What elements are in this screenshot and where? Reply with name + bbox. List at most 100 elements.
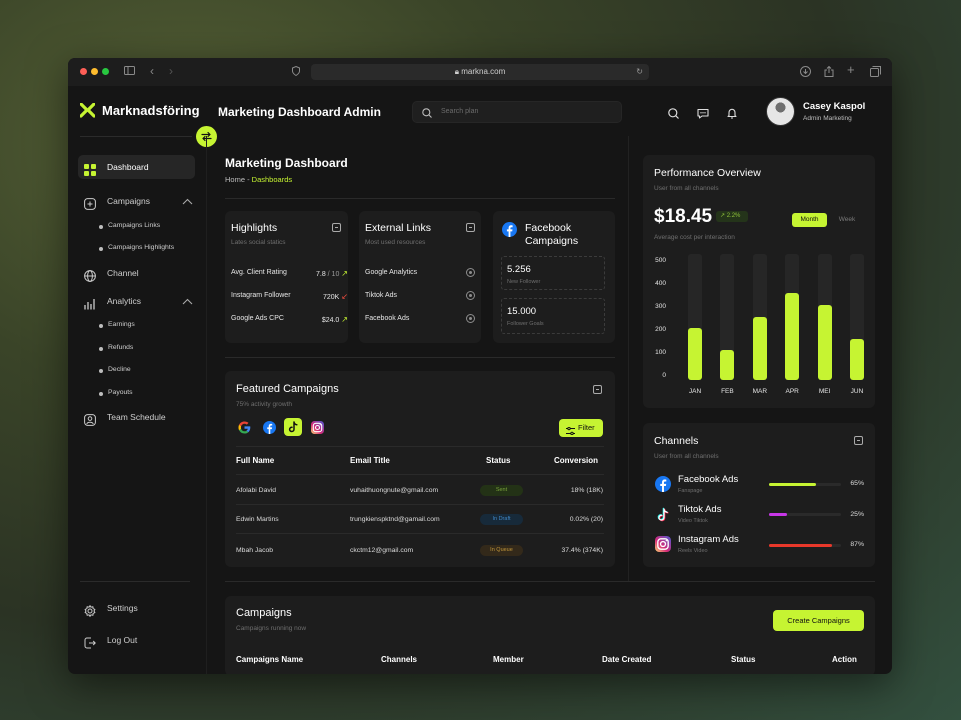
stat-value: 5.256 — [507, 264, 531, 275]
highlight-label: Avg. Client Rating — [231, 269, 287, 276]
column-header[interactable]: Email Title — [350, 456, 390, 465]
bar-track — [850, 254, 864, 380]
column-header[interactable]: Channels — [381, 655, 417, 664]
highlights-subtitle: Lates social statics — [231, 239, 286, 246]
brand-logo[interactable]: Marknadsföring — [79, 102, 200, 118]
chevron-up-icon[interactable] — [182, 189, 193, 214]
external-links-subtitle: Most used resources — [365, 239, 426, 246]
collapse-icon[interactable] — [466, 223, 475, 232]
bar-jan[interactable] — [688, 328, 702, 380]
channel-progress — [769, 544, 841, 547]
tab-week[interactable]: Week — [833, 213, 861, 227]
cell-email: trungkienspktnd@gamail.com — [350, 516, 440, 523]
reload-icon[interactable]: ↻ — [636, 64, 643, 80]
trend-up-icon: ↗ — [720, 213, 726, 219]
breadcrumb-current: Dashboards — [251, 175, 293, 184]
sidebar-subitem-refunds[interactable]: Refunds — [98, 344, 133, 351]
heading-divider — [225, 198, 615, 199]
create-campaigns-button[interactable]: Create Campaigns — [773, 610, 864, 631]
stat-value: 15.000 — [507, 306, 537, 317]
tiktok-icon[interactable] — [284, 418, 302, 436]
breadcrumb-home[interactable]: Home - — [225, 175, 252, 184]
bell-icon[interactable] — [727, 106, 737, 124]
bar-track — [785, 254, 800, 380]
external-link-item[interactable]: Tiktok Ads — [365, 292, 397, 299]
main-divider — [206, 136, 207, 674]
x-tick-label: FEB — [721, 388, 734, 395]
campaigns-subtitle: Campaigns running now — [236, 625, 307, 632]
x-tick-label: JAN — [688, 388, 702, 395]
tab-month[interactable]: Month — [792, 213, 827, 227]
external-link-item[interactable]: Google Analytics — [365, 269, 417, 276]
avatar[interactable] — [766, 97, 795, 126]
sidebar-item-settings[interactable]: Settings — [78, 596, 195, 620]
collapse-icon[interactable] — [854, 436, 863, 445]
search-icon[interactable] — [668, 106, 679, 124]
new-tab-icon[interactable]: + — [847, 63, 855, 76]
column-header[interactable]: Campaigns Name — [236, 655, 303, 664]
bar-track — [752, 254, 767, 380]
facebook-icon — [502, 222, 517, 242]
sidebar-item-team-schedule[interactable]: Team Schedule — [78, 405, 195, 429]
share-icon[interactable] — [824, 65, 834, 80]
shield-icon[interactable] — [292, 65, 300, 79]
sidebar-item-campaigns[interactable]: Campaigns — [78, 189, 195, 213]
sidebar-subitem-earnings[interactable]: Earnings — [99, 321, 135, 328]
sidebar-subitem-campaigns-links[interactable]: Campaigns Links — [98, 222, 160, 229]
progress-fill — [769, 513, 787, 516]
column-header[interactable]: Date Created — [602, 655, 651, 664]
column-header[interactable]: Full Name — [236, 456, 274, 465]
logo-icon — [79, 102, 96, 118]
bar-mar[interactable] — [752, 316, 767, 380]
chat-icon[interactable] — [697, 106, 709, 124]
sidebar-toggle-icon[interactable] — [124, 66, 135, 78]
highlight-value: $24.0 ↗ — [321, 315, 348, 324]
column-header[interactable]: Status — [486, 456, 510, 465]
bar-mei[interactable] — [817, 305, 832, 380]
sidebar-subitem-decline[interactable]: Decline — [99, 366, 131, 373]
column-header[interactable]: Action — [832, 655, 857, 664]
sidebar-subitem-payouts[interactable]: Payouts — [99, 389, 133, 396]
forward-icon[interactable]: › — [169, 65, 173, 77]
link-target-icon[interactable] — [466, 291, 475, 300]
minimize-window-button[interactable] — [91, 68, 98, 75]
collapse-icon[interactable] — [332, 223, 341, 232]
sidebar-item-label: Team Schedule — [107, 412, 166, 422]
highlight-value: 7.8 / 10 ↗ — [315, 269, 348, 278]
user-name: Casey Kaspol — [803, 101, 866, 112]
link-target-icon[interactable] — [466, 268, 475, 277]
sidebar-item-logout[interactable]: Log Out — [78, 628, 195, 652]
sidebar-item-channel[interactable]: Channel — [78, 261, 195, 285]
close-window-button[interactable] — [80, 68, 87, 75]
maximize-window-button[interactable] — [102, 68, 109, 75]
sidebar-subitem-campaigns-highlights[interactable]: Campaigns Highlights — [98, 244, 174, 251]
chevron-up-icon[interactable] — [182, 289, 193, 314]
column-header[interactable]: Member — [493, 655, 524, 664]
address-bar[interactable]: 🔒︎ markna.com ↻ — [311, 64, 649, 80]
bar-jun[interactable] — [850, 338, 864, 380]
back-icon[interactable]: ‹ — [150, 65, 154, 77]
sidebar-item-analytics[interactable]: Analytics — [78, 289, 195, 313]
team-icon — [84, 411, 96, 435]
column-header[interactable]: Conversion — [554, 456, 598, 465]
facebook-icon[interactable] — [263, 421, 276, 439]
app-window: ‹ › 🔒︎ markna.com ↻ + Marknadsföring Mar… — [68, 58, 892, 674]
tabs-overview-icon[interactable] — [870, 66, 881, 80]
brand-name: Marknadsföring — [102, 103, 200, 118]
sidebar-item-dashboard[interactable]: Dashboard — [78, 155, 195, 179]
external-link-item[interactable]: Facebook Ads — [365, 315, 409, 322]
bar-track — [720, 254, 735, 380]
bar-feb[interactable] — [720, 350, 735, 380]
sidebar-item-label: Settings — [107, 603, 138, 613]
column-header[interactable]: Status — [731, 655, 755, 664]
lock-icon: 🔒︎ — [454, 67, 459, 76]
filter-button[interactable]: Filter — [559, 419, 603, 437]
google-icon[interactable] — [238, 421, 251, 439]
download-icon[interactable] — [800, 66, 811, 80]
performance-title: Performance Overview — [654, 167, 761, 179]
instagram-icon[interactable] — [311, 421, 324, 439]
collapse-icon[interactable] — [593, 385, 602, 394]
link-target-icon[interactable] — [466, 314, 475, 323]
search-input[interactable]: Search plan — [412, 101, 622, 123]
bar-apr[interactable] — [785, 292, 800, 380]
